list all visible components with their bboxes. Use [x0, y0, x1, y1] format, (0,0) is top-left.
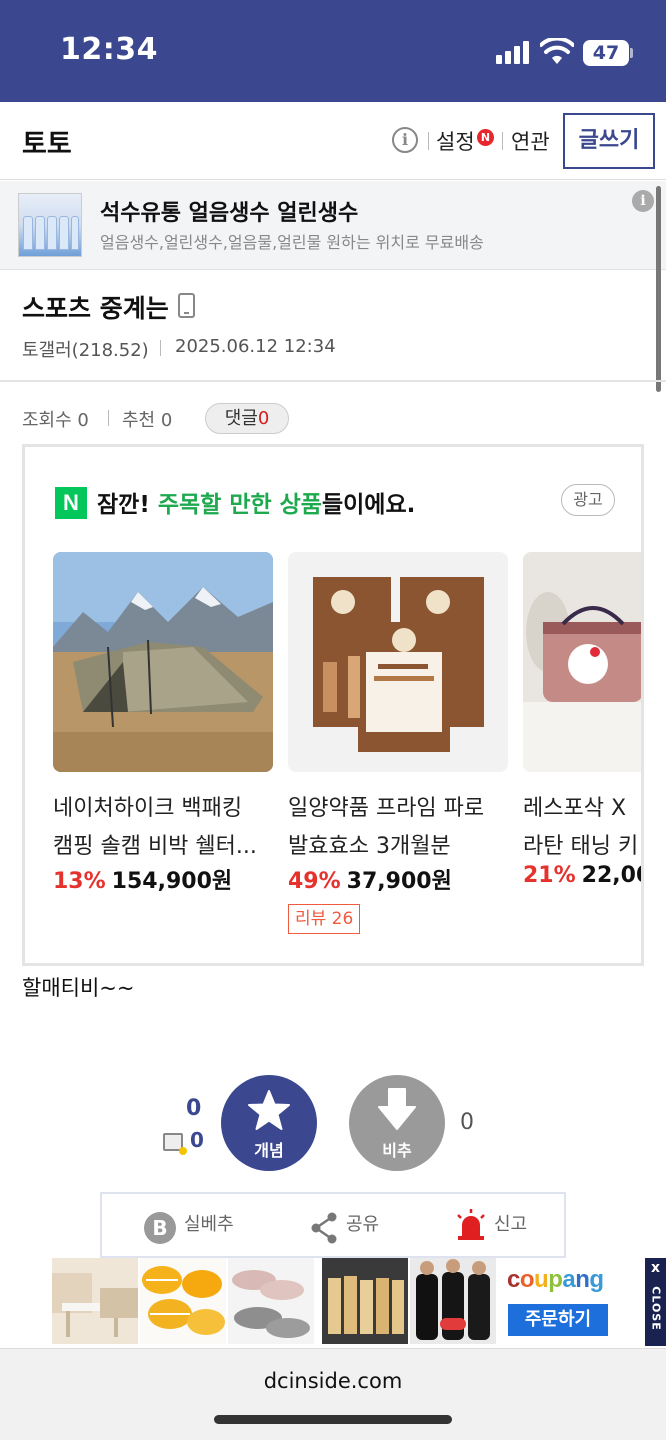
post-author[interactable]: 토갤러(218.52): [22, 336, 149, 362]
post-body: 할매티비~~: [22, 976, 135, 1000]
siren-icon: [457, 1209, 485, 1240]
product-image-tent[interactable]: [53, 552, 273, 772]
divider: [108, 410, 109, 426]
header-divider: [0, 380, 666, 382]
product-name-line: 네이처하이크 백패킹: [53, 796, 243, 821]
close-label: CLOSE: [649, 1286, 663, 1331]
fixed-user-vote-count: 0: [190, 1128, 204, 1152]
product-name[interactable]: 레스포삭 X 라탄 태닝 키: [523, 790, 641, 866]
ad-image-snacks[interactable]: [322, 1258, 408, 1344]
write-button[interactable]: 글쓰기: [563, 113, 655, 169]
comment-count-pill[interactable]: 댓글0: [205, 403, 289, 434]
share-icon: [311, 1212, 337, 1244]
ad-label[interactable]: 광고: [561, 484, 615, 516]
status-time: 12:34: [60, 32, 158, 67]
report-button[interactable]: 신고: [494, 1210, 527, 1236]
discount-rate: 13%: [53, 869, 106, 894]
info-icon[interactable]: i: [392, 127, 418, 153]
wifi-icon: [540, 38, 574, 64]
downvote-label: 비추: [382, 1141, 412, 1160]
new-badge: N: [477, 129, 494, 146]
ad-image-furniture[interactable]: [52, 1258, 138, 1344]
review-count-badge: 리뷰 26: [288, 904, 361, 934]
price-row: 21%22,00: [523, 863, 641, 888]
scrollbar[interactable]: [656, 186, 661, 392]
product-image-bag[interactable]: [523, 552, 641, 772]
product-price: 22,00: [581, 863, 641, 888]
home-indicator[interactable]: [214, 1415, 452, 1424]
product-name-line: 캠핑 솔캠 비박 쉘터...: [53, 834, 257, 859]
status-bar: 12:34 47: [0, 0, 666, 90]
view-count: 조회수 0: [22, 410, 89, 431]
cellular-signal-icon: [496, 40, 532, 64]
comment-count: 0: [257, 408, 270, 429]
divider: [160, 340, 161, 356]
best-recommend-button[interactable]: 실베추: [184, 1210, 234, 1236]
ad-close-button[interactable]: x CLOSE: [645, 1258, 666, 1346]
header-strip: [0, 90, 666, 102]
recommend-count: 추천 0: [122, 410, 173, 431]
concept-vote-count: 0: [186, 1096, 202, 1121]
concept-label: 개념: [254, 1141, 284, 1160]
ad-image-clothing[interactable]: [410, 1258, 496, 1344]
headline-suffix: 들이에요.: [321, 492, 416, 518]
product-name-line: 발효효소 3개월분: [288, 834, 451, 859]
product-price: 154,900원: [111, 869, 233, 894]
ad-image-slippers[interactable]: [228, 1258, 314, 1344]
gallery-topbar: 토토 i 설정 N 연관 글쓰기: [0, 102, 666, 180]
comment-label: 댓글: [224, 408, 258, 429]
downvote-count: 0: [460, 1110, 474, 1135]
product-recommendation-box: N 잠깐! 주목할 만한 상품들이에요. 광고 네이처하이크 백패킹 캠핑 솔캠…: [22, 444, 644, 966]
battery-icon: 47: [583, 40, 633, 66]
price-row: 49% 37,900원: [288, 863, 452, 895]
share-button[interactable]: 공유: [346, 1210, 379, 1236]
product-name-line: 라탄 태닝 키: [523, 834, 639, 859]
top-ad-banner[interactable]: 석수유통 얼음생수 얼린생수 얼음생수,얼린생수,얼음물,얼린물 원하는 위치로…: [0, 181, 666, 270]
ad-title[interactable]: 석수유통 얼음생수 얼린생수: [100, 195, 358, 227]
best-icon: B: [144, 1212, 176, 1244]
fixed-user-icon: [163, 1133, 187, 1155]
headline-prefix: 잠깐!: [97, 492, 158, 518]
discount-rate: 49%: [288, 869, 341, 894]
downvote-button[interactable]: 비추: [349, 1075, 445, 1171]
post-date: 2025.06.12 12:34: [175, 336, 336, 357]
divider: [428, 132, 429, 150]
bottom-ad-banner[interactable]: coupang 주문하기: [0, 1258, 666, 1348]
divider: [502, 132, 503, 150]
product-price: 37,900원: [346, 869, 452, 894]
url-text[interactable]: dcinside.com: [0, 1369, 666, 1393]
discount-rate: 21%: [523, 863, 576, 888]
coupang-logo: coupang: [507, 1266, 604, 1293]
concept-vote-button[interactable]: 개념: [221, 1075, 317, 1171]
gallery-title[interactable]: 토토: [22, 122, 72, 161]
ad-product-image: [18, 193, 82, 257]
related-link[interactable]: 연관: [511, 126, 550, 156]
order-button[interactable]: 주문하기: [508, 1304, 608, 1336]
ad-description: 얼음생수,얼린생수,얼음물,얼린물 원하는 위치로 무료배송: [100, 233, 484, 252]
mobile-post-icon: [178, 293, 195, 318]
close-icon: x: [650, 1260, 661, 1276]
product-name-line: 레스포삭 X: [523, 796, 627, 821]
settings-link[interactable]: 설정: [436, 126, 475, 156]
naver-logo: N: [55, 487, 87, 519]
product-name[interactable]: 네이처하이크 백패킹 캠핑 솔캠 비박 쉘터...: [53, 790, 279, 866]
headline-highlight: 주목할 만한 상품: [157, 492, 322, 518]
price-row: 13% 154,900원: [53, 863, 232, 895]
post-title: 스포츠 중계는: [22, 294, 169, 323]
ad-info-icon[interactable]: i: [632, 190, 654, 212]
product-image-enzyme[interactable]: [288, 552, 508, 772]
battery-level: 47: [592, 42, 620, 64]
product-name[interactable]: 일양약품 프라임 파로 발효효소 3개월분: [288, 790, 514, 866]
post-action-bar: B 실베추 공유 신고: [100, 1192, 566, 1258]
box-headline: 잠깐! 주목할 만한 상품들이에요.: [97, 485, 415, 519]
ad-image-melons[interactable]: [140, 1258, 226, 1344]
browser-address-bar[interactable]: dcinside.com: [0, 1348, 666, 1440]
star-icon: [248, 1090, 290, 1130]
arrow-down-icon: [378, 1088, 416, 1130]
product-name-line: 일양약품 프라임 파로: [288, 796, 485, 821]
coupang-ad[interactable]: coupang 주문하기: [498, 1260, 618, 1344]
